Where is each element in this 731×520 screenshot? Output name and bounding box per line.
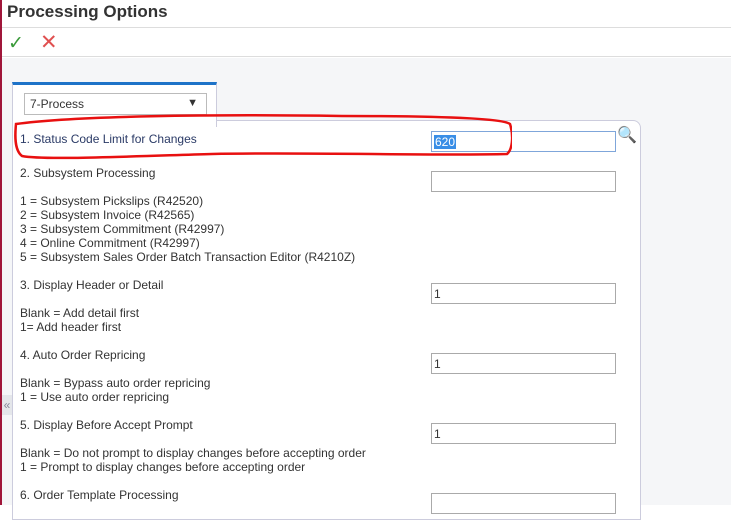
option-2-desc: 5 = Subsystem Sales Order Batch Transact… [20, 250, 356, 264]
option-3-desc: Blank = Add detail first [20, 306, 140, 320]
option-4-desc: Blank = Bypass auto order repricing [20, 376, 211, 390]
display-before-accept-input[interactable]: 1 [431, 423, 616, 444]
display-header-detail-input[interactable]: 1 [431, 283, 616, 304]
tab-select-value: 7-Process [30, 97, 85, 111]
option-6-label: 6. Order Template Processing [20, 488, 179, 502]
cancel-x-icon[interactable]: ✕ [40, 30, 58, 55]
ok-check-icon[interactable]: ✓ [8, 32, 24, 55]
page-title: Processing Options [7, 2, 168, 21]
toolbar: ✓ ✕ [2, 28, 731, 57]
option-5-desc: Blank = Do not prompt to display changes… [20, 446, 366, 460]
search-icon[interactable]: 🔍 [617, 125, 637, 145]
status-code-limit-input[interactable]: 620 [431, 131, 616, 152]
option-2-desc: 4 = Online Commitment (R42997) [20, 236, 200, 250]
tab-select-dropdown[interactable]: 7-Process ▼ [24, 93, 207, 115]
option-5-label: 5. Display Before Accept Prompt [20, 418, 193, 432]
option-1-label: 1. Status Code Limit for Changes [20, 132, 197, 146]
option-1-value: 620 [434, 135, 457, 149]
auto-order-repricing-input[interactable]: 1 [431, 353, 616, 374]
subsystem-processing-input[interactable] [431, 171, 616, 192]
option-2-desc: 3 = Subsystem Commitment (R42997) [20, 222, 225, 236]
option-4-desc: 1 = Use auto order repricing [20, 390, 170, 404]
order-template-input[interactable] [431, 493, 616, 514]
option-3-desc: 1= Add header first [20, 320, 122, 334]
option-3-label: 3. Display Header or Detail [20, 278, 164, 292]
option-2-desc: 1 = Subsystem Pickslips (R42520) [20, 194, 204, 208]
option-2-label: 2. Subsystem Processing [20, 166, 156, 180]
dropdown-arrow-icon: ▼ [187, 97, 198, 109]
tab-join [13, 118, 216, 124]
option-2-desc: 2 = Subsystem Invoice (R42565) [20, 208, 195, 222]
option-5-desc: 1 = Prompt to display changes before acc… [20, 460, 306, 474]
collapse-panel-button[interactable]: « [2, 395, 12, 415]
option-4-label: 4. Auto Order Repricing [20, 348, 146, 362]
